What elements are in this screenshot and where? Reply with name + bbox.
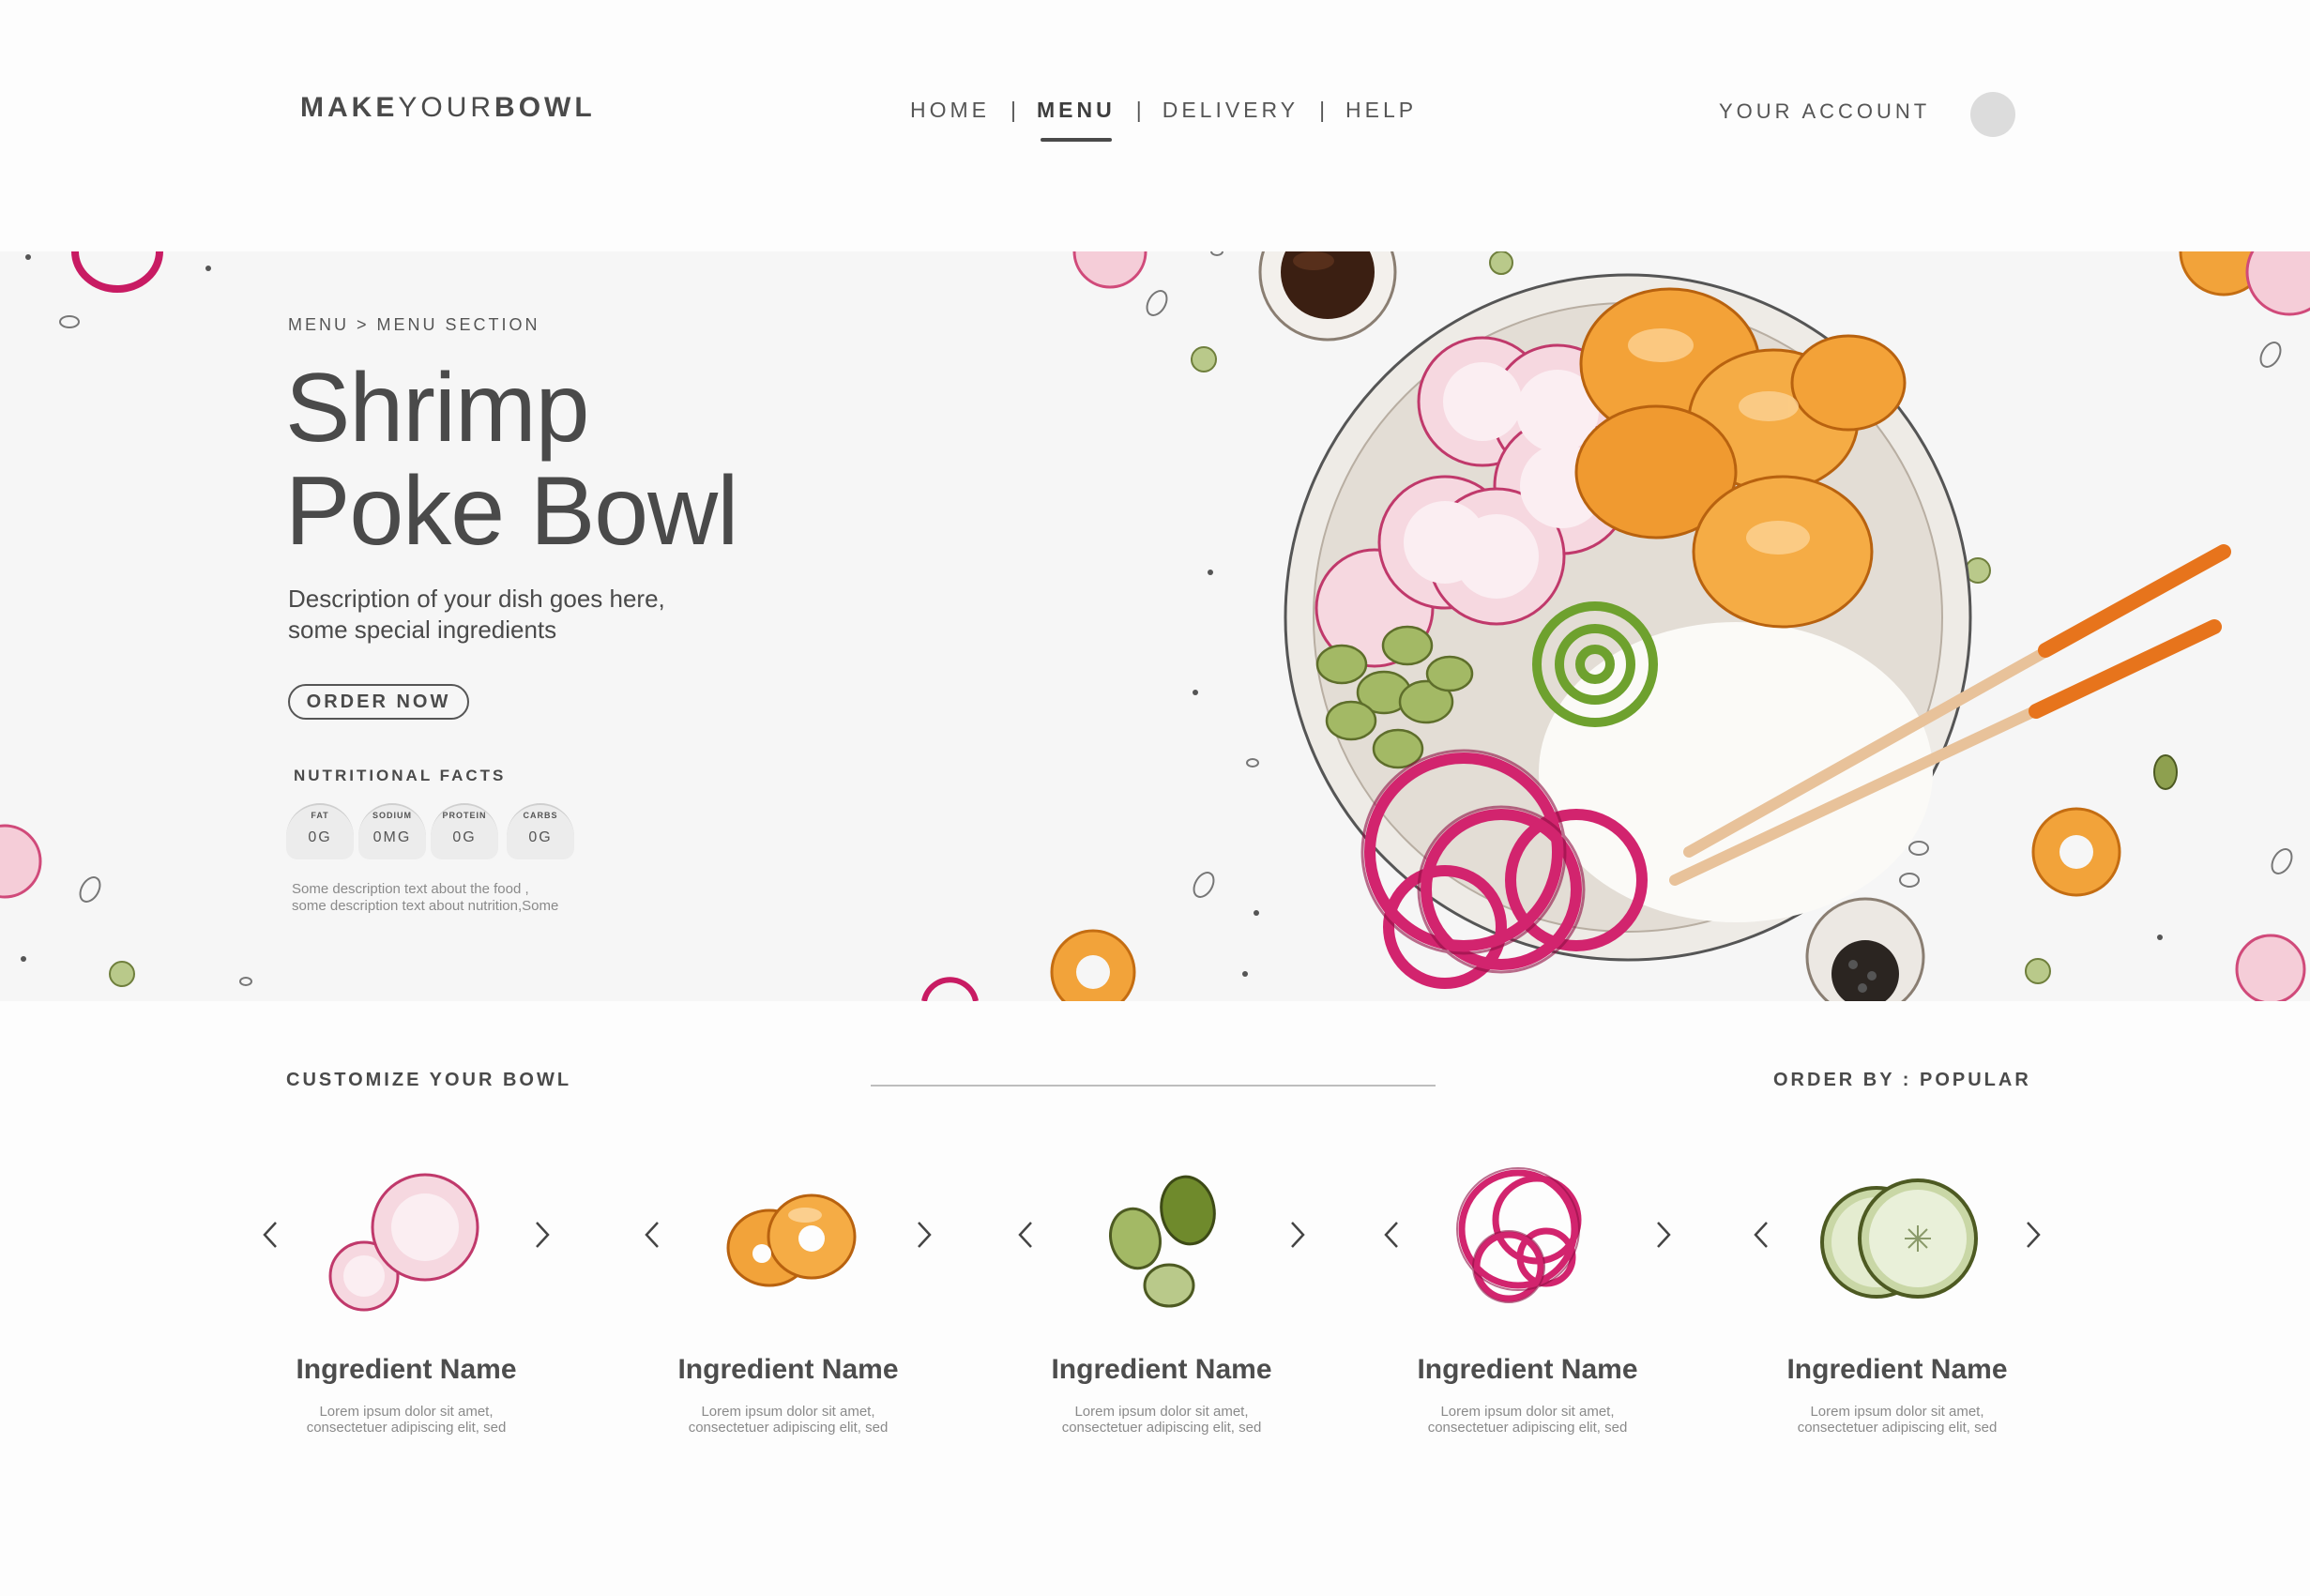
nutrition-value: 0G <box>452 829 477 845</box>
nav-separator: | <box>1011 98 1016 122</box>
note-line-2: some description text about nutrition,So… <box>292 898 559 914</box>
nav-menu[interactable]: MENU <box>1037 98 1116 142</box>
next-arrow-icon[interactable] <box>1649 1216 1678 1254</box>
prev-arrow-icon[interactable] <box>1747 1216 1775 1254</box>
nutritional-facts-title: NUTRITIONAL FACTS <box>294 767 507 784</box>
ingredient-description: Lorem ipsum dolor sit amet, consectetuer… <box>1747 1404 2047 1436</box>
order-now-button[interactable]: ORDER NOW <box>288 684 469 720</box>
ingredient-name: Ingredient Name <box>1786 1354 2008 1385</box>
logo-part-bowl: BOWL <box>494 92 596 123</box>
nutrition-fat: FAT 0G <box>286 803 354 859</box>
prev-arrow-icon[interactable] <box>638 1216 666 1254</box>
ingredient-description: Lorem ipsum dolor sit amet, consectetuer… <box>256 1404 556 1436</box>
page-title: Shrimp Poke Bowl <box>285 354 738 566</box>
ingredient-desc-line-2: consectetuer adipiscing elit, sed <box>1797 1420 1998 1436</box>
note-line-1: Some description text about the food , <box>292 881 529 897</box>
ingredient-desc-line-2: consectetuer adipiscing elit, sed <box>306 1420 507 1436</box>
ingredient-name: Ingredient Name <box>296 1354 517 1385</box>
nutrition-protein: PROTEIN 0G <box>431 803 498 859</box>
description-line-2: some special ingredients <box>288 616 557 644</box>
order-by-selector[interactable]: ORDER BY : POPULAR <box>1773 1070 2031 1091</box>
pickled-onion-icon <box>1443 1163 1612 1314</box>
title-line-1: Shrimp <box>285 354 589 463</box>
nav-delivery[interactable]: DELIVERY <box>1163 98 1299 123</box>
breadcrumb[interactable]: MENU > MENU SECTION <box>288 315 540 335</box>
ingredient-desc-line-1: Lorem ipsum dolor sit amet, <box>319 1404 494 1420</box>
ingredient-desc-line-1: Lorem ipsum dolor sit amet, <box>701 1404 875 1420</box>
soy-sauce-dish <box>1258 251 1397 342</box>
ingredient-desc-line-1: Lorem ipsum dolor sit amet, <box>1074 1404 1249 1420</box>
nutrition-value: 0G <box>528 829 553 845</box>
nutrition-label: CARBS <box>523 811 558 820</box>
nutrition-value: 0G <box>308 829 332 845</box>
dish-description: Description of your dish goes here, some… <box>288 584 738 646</box>
nav-home[interactable]: HOME <box>910 98 990 123</box>
radish-icon <box>322 1163 491 1314</box>
ingredient-desc-line-1: Lorem ipsum dolor sit amet, <box>1440 1404 1615 1420</box>
nav-help[interactable]: HELP <box>1345 98 1417 123</box>
shrimp-icon <box>704 1163 873 1314</box>
ingredient-name: Ingredient Name <box>1417 1354 1638 1385</box>
section-divider <box>871 1085 1436 1087</box>
ingredient-desc-line-1: Lorem ipsum dolor sit amet, <box>1810 1404 1984 1420</box>
nav-separator: | <box>1135 98 1142 122</box>
nav-separator: | <box>1319 98 1326 122</box>
prev-arrow-icon[interactable] <box>1377 1216 1406 1254</box>
ingredient-description: Lorem ipsum dolor sit amet, consectetuer… <box>638 1404 938 1436</box>
ingredient-description: Lorem ipsum dolor sit amet, consectetuer… <box>1011 1404 1312 1436</box>
ingredient-card: Ingredient Name Lorem ipsum dolor sit am… <box>256 1163 556 1445</box>
cucumber-icon <box>1813 1163 1982 1314</box>
next-arrow-icon[interactable] <box>528 1216 556 1254</box>
prev-arrow-icon[interactable] <box>256 1216 284 1254</box>
nutrition-sodium: SODIUM 0MG <box>358 803 426 859</box>
customize-title: CUSTOMIZE YOUR BOWL <box>286 1070 572 1090</box>
next-arrow-icon[interactable] <box>1284 1216 1312 1254</box>
nutrition-value: 0MG <box>372 829 412 845</box>
ingredient-desc-line-2: consectetuer adipiscing elit, sed <box>1427 1420 1628 1436</box>
ingredient-card: Ingredient Name Lorem ipsum dolor sit am… <box>1747 1163 2047 1445</box>
next-arrow-icon[interactable] <box>910 1216 938 1254</box>
ingredient-card: Ingredient Name Lorem ipsum dolor sit am… <box>1377 1163 1678 1445</box>
ingredient-desc-line-2: consectetuer adipiscing elit, sed <box>688 1420 889 1436</box>
site-logo[interactable]: MAKEYOURBOWL <box>300 92 596 124</box>
pepper-dish <box>1805 897 1925 1001</box>
next-arrow-icon[interactable] <box>2019 1216 2047 1254</box>
nutrition-label: SODIUM <box>372 811 412 820</box>
ingredient-description: Lorem ipsum dolor sit amet, consectetuer… <box>1377 1404 1678 1436</box>
nutrition-carbs: CARBS 0G <box>507 803 574 859</box>
nutrition-label: PROTEIN <box>442 811 487 820</box>
ingredient-card: Ingredient Name Lorem ipsum dolor sit am… <box>638 1163 938 1445</box>
nutrition-label: FAT <box>311 811 329 820</box>
your-account-link[interactable]: YOUR ACCOUNT <box>1719 99 1930 124</box>
bowl <box>1284 273 1972 989</box>
title-line-2: Poke Bowl <box>285 457 738 566</box>
edamame-icon <box>1077 1163 1246 1314</box>
ingredient-name: Ingredient Name <box>1051 1354 1272 1385</box>
main-nav: HOME | MENU | DELIVERY | HELP <box>910 98 1417 142</box>
logo-part-your: YOUR <box>398 92 495 123</box>
ingredient-card: Ingredient Name Lorem ipsum dolor sit am… <box>1011 1163 1312 1445</box>
avatar[interactable] <box>1970 92 2015 137</box>
nutrition-note: Some description text about the food , s… <box>292 881 686 915</box>
ingredient-desc-line-2: consectetuer adipiscing elit, sed <box>1061 1420 1262 1436</box>
prev-arrow-icon[interactable] <box>1011 1216 1040 1254</box>
logo-part-make: MAKE <box>300 92 399 123</box>
ingredient-name: Ingredient Name <box>677 1354 899 1385</box>
description-line-1: Description of your dish goes here, <box>288 585 665 613</box>
